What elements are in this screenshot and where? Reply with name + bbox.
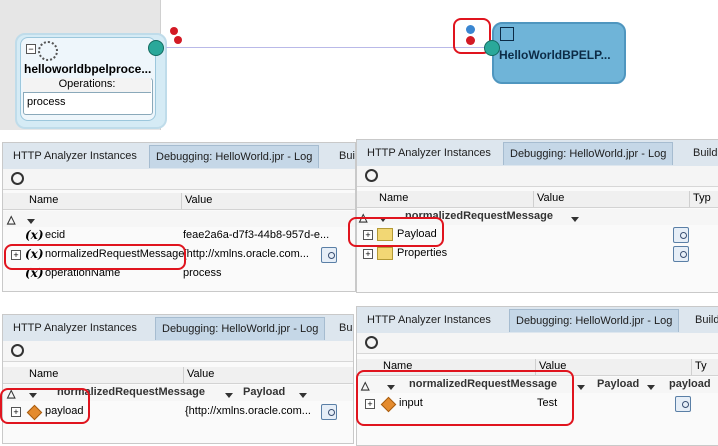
col-value[interactable]: Value bbox=[187, 368, 214, 380]
search-icon[interactable] bbox=[11, 172, 24, 185]
magnifier-icon[interactable] bbox=[321, 247, 337, 263]
col-value[interactable]: Value bbox=[537, 192, 564, 204]
collapse-icon[interactable]: − bbox=[26, 44, 36, 54]
tab-http-analyzer[interactable]: HTTP Analyzer Instances bbox=[7, 317, 143, 339]
breadcrumb-item[interactable]: Payload bbox=[243, 386, 285, 398]
col-type[interactable]: Ty bbox=[695, 360, 707, 372]
row-value: {http://xmlns.oracle.com... bbox=[183, 248, 309, 260]
operation-item[interactable]: process bbox=[27, 96, 66, 108]
tab-debugging[interactable]: Debugging: HelloWorld.jpr - Log bbox=[503, 142, 674, 165]
magnifier-icon[interactable] bbox=[321, 404, 337, 420]
hierarchy-icon bbox=[500, 27, 514, 41]
tab-debugging[interactable]: Debugging: HelloWorld.jpr - Log bbox=[509, 309, 680, 332]
table-row[interactable]: (x) ecid feae2a6a-d7f3-44b8-957d-e... bbox=[3, 227, 355, 245]
tab-http-analyzer[interactable]: HTTP Analyzer Instances bbox=[7, 145, 143, 167]
tab-debugging[interactable]: Debugging: HelloWorld.jpr - Log bbox=[149, 145, 320, 168]
tab-build[interactable]: Buil bbox=[333, 145, 355, 167]
highlight-input-row bbox=[356, 370, 574, 426]
debug-data-panel-2: HTTP Analyzer Instances Debugging: Hello… bbox=[356, 139, 718, 293]
dropdown-icon[interactable] bbox=[571, 213, 579, 225]
highlight-normalized-row bbox=[4, 244, 186, 270]
tab-bar: HTTP Analyzer Instances Debugging: Hello… bbox=[3, 315, 353, 342]
tab-bar: HTTP Analyzer Instances Debugging: Hello… bbox=[357, 307, 718, 334]
expand-icon[interactable]: + bbox=[363, 249, 373, 259]
row-value: feae2a6a-d7f3-44b8-957d-e... bbox=[183, 229, 330, 241]
col-value[interactable]: Value bbox=[185, 194, 212, 206]
dropdown-icon[interactable] bbox=[27, 215, 35, 227]
component-input-arrow-icon[interactable] bbox=[484, 40, 500, 56]
column-header: Name Value Typ bbox=[357, 191, 718, 208]
dropdown-icon[interactable] bbox=[647, 381, 655, 393]
up-arrow-icon[interactable]: △ bbox=[7, 213, 15, 226]
tab-bar: HTTP Analyzer Instances Debugging: Hello… bbox=[3, 143, 355, 170]
wire-connector bbox=[166, 47, 486, 48]
table-row[interactable]: + Properties bbox=[357, 245, 718, 263]
search-icon[interactable] bbox=[365, 169, 378, 182]
dropdown-icon[interactable] bbox=[225, 389, 233, 401]
row-value: process bbox=[183, 267, 222, 279]
col-type[interactable]: Typ bbox=[693, 192, 711, 204]
bpel-title: HelloWorldBPELP... bbox=[499, 48, 611, 62]
search-bar[interactable] bbox=[357, 166, 718, 187]
gear-icon bbox=[38, 41, 58, 61]
col-name[interactable]: Name bbox=[379, 192, 408, 204]
breadcrumb-item[interactable]: Payload bbox=[597, 378, 639, 390]
breakpoint-active-icon[interactable] bbox=[466, 25, 475, 34]
highlight-payload-row bbox=[348, 217, 444, 247]
search-bar[interactable] bbox=[3, 169, 355, 190]
highlight-payload-element bbox=[0, 388, 90, 424]
row-name: Properties bbox=[397, 247, 448, 259]
breakpoint-icon[interactable] bbox=[170, 27, 178, 35]
tab-debugging[interactable]: Debugging: HelloWorld.jpr - Log bbox=[155, 317, 326, 340]
service-title: helloworldbpelproce... bbox=[24, 62, 152, 76]
tab-build[interactable]: Build bbox=[687, 142, 718, 164]
column-header: Name Value bbox=[3, 193, 355, 210]
folder-icon bbox=[377, 247, 393, 260]
tab-http-analyzer[interactable]: HTTP Analyzer Instances bbox=[361, 309, 497, 331]
tab-http-analyzer[interactable]: HTTP Analyzer Instances bbox=[361, 142, 497, 164]
magnifier-icon[interactable] bbox=[673, 246, 689, 262]
row-name: ecid bbox=[45, 229, 66, 241]
breadcrumb: △ bbox=[3, 211, 355, 227]
row-value: {http://xmlns.oracle.com... bbox=[185, 405, 311, 417]
tab-bar: HTTP Analyzer Instances Debugging: Hello… bbox=[357, 140, 718, 167]
service-reference-arrow-icon[interactable] bbox=[148, 40, 164, 56]
operations-header: Operations: bbox=[23, 78, 151, 93]
search-icon[interactable] bbox=[11, 344, 24, 357]
breakpoint-icon-3[interactable] bbox=[466, 36, 475, 45]
magnifier-icon[interactable] bbox=[673, 227, 689, 243]
search-bar[interactable] bbox=[3, 341, 353, 362]
tab-build[interactable]: Build - bbox=[689, 309, 718, 331]
debug-data-panel-3: HTTP Analyzer Instances Debugging: Hello… bbox=[2, 314, 354, 444]
breadcrumb-item[interactable]: payload bbox=[669, 378, 711, 390]
search-icon[interactable] bbox=[365, 336, 378, 349]
column-header: Name Value bbox=[3, 367, 353, 384]
dropdown-icon[interactable] bbox=[577, 381, 585, 393]
dropdown-icon[interactable] bbox=[299, 389, 307, 401]
col-name[interactable]: Name bbox=[29, 194, 58, 206]
tab-build[interactable]: Buil bbox=[333, 317, 353, 339]
breakpoint-icon-2[interactable] bbox=[174, 36, 182, 44]
search-bar[interactable] bbox=[357, 333, 718, 354]
variable-icon: (x) bbox=[25, 228, 44, 242]
magnifier-icon[interactable] bbox=[675, 396, 691, 412]
col-name[interactable]: Name bbox=[29, 368, 58, 380]
